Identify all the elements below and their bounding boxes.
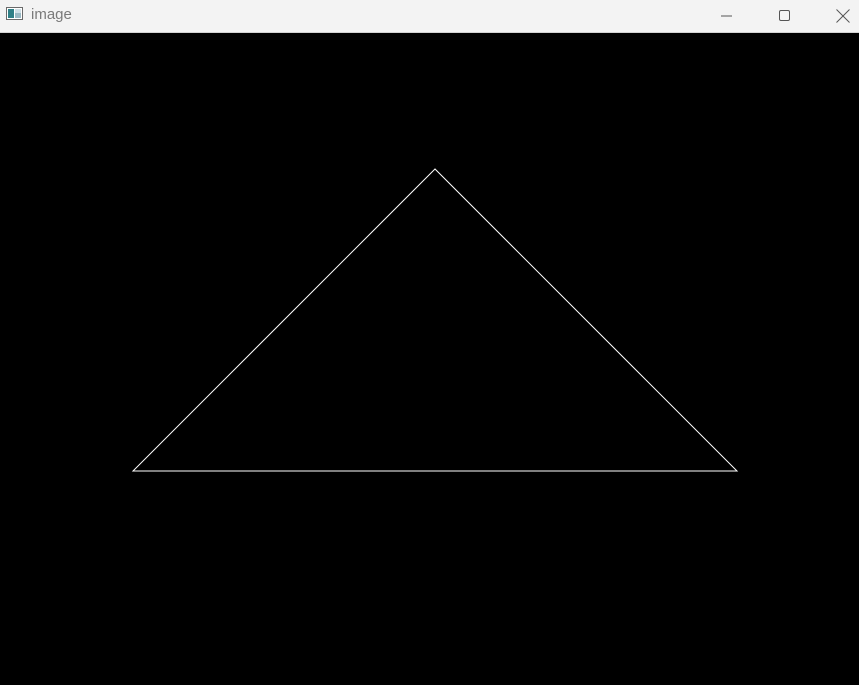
close-button[interactable] xyxy=(820,0,859,32)
maximize-button[interactable] xyxy=(762,0,808,32)
image-canvas xyxy=(0,33,859,685)
title-bar[interactable]: image xyxy=(0,0,859,33)
image-window: image xyxy=(0,0,859,685)
app-window-icon xyxy=(6,7,23,20)
minimize-icon xyxy=(721,10,733,22)
drawing-surface xyxy=(131,168,739,472)
maximize-icon xyxy=(779,10,791,22)
triangle-shape xyxy=(131,168,739,472)
window-title: image xyxy=(31,6,72,23)
minimize-button[interactable] xyxy=(704,0,750,32)
close-icon xyxy=(836,9,850,23)
